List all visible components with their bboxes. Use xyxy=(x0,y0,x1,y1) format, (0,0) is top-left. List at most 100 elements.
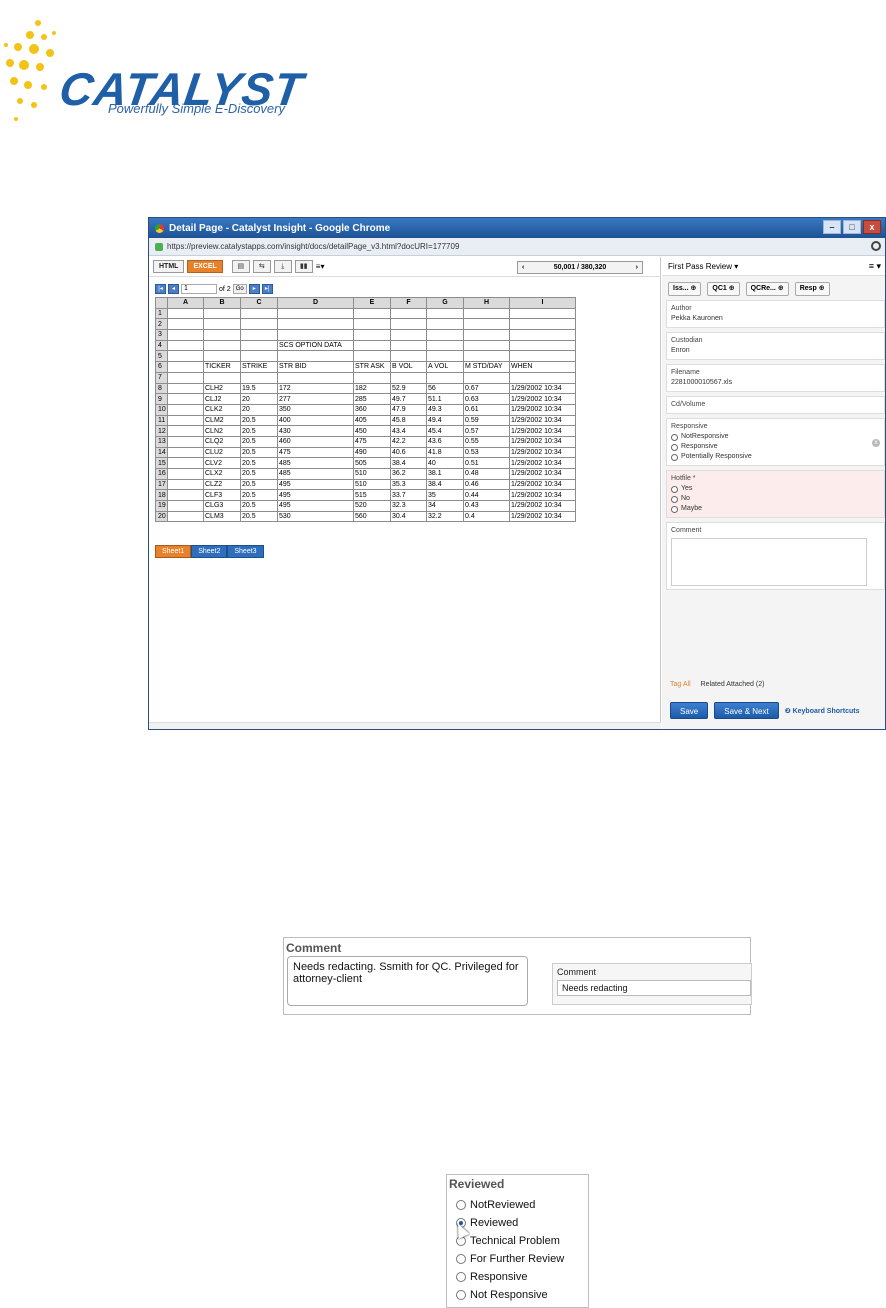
maximize-button[interactable]: □ xyxy=(843,220,861,234)
table-cell[interactable] xyxy=(203,307,241,320)
table-cell[interactable]: 43.6 xyxy=(426,435,464,448)
table-cell[interactable] xyxy=(167,414,204,427)
table-cell[interactable] xyxy=(167,318,204,331)
table-cell[interactable] xyxy=(277,307,354,320)
table-cell[interactable]: 1/29/2002 10:34 xyxy=(509,393,576,405)
table-cell[interactable]: TICKER xyxy=(203,361,241,373)
radio-icon[interactable] xyxy=(456,1272,466,1282)
table-cell[interactable]: 0.51 xyxy=(463,457,510,469)
table-cell[interactable]: 285 xyxy=(353,393,391,405)
table-cell[interactable]: 20 xyxy=(240,403,278,416)
table-cell[interactable]: 47.9 xyxy=(390,403,427,416)
table-cell[interactable]: 1/29/2002 10:34 xyxy=(509,489,576,502)
reviewed-option-responsive[interactable]: Responsive xyxy=(456,1271,527,1283)
sheet-tab-2[interactable]: Sheet2 xyxy=(191,545,228,558)
table-cell[interactable]: CLN2 xyxy=(203,425,241,437)
table-cell[interactable]: CLV2 xyxy=(203,457,241,469)
table-cell[interactable] xyxy=(463,318,510,331)
share-icon[interactable]: ⇆ xyxy=(252,260,271,273)
table-cell[interactable]: 430 xyxy=(277,425,354,437)
table-cell[interactable]: 20.5 xyxy=(240,457,278,469)
table-cell[interactable]: 450 xyxy=(353,425,391,437)
table-cell[interactable] xyxy=(167,478,204,491)
columns-icon[interactable]: ▮▮ xyxy=(294,260,313,273)
table-cell[interactable]: 20.5 xyxy=(240,489,278,502)
table-cell[interactable] xyxy=(426,307,464,320)
table-cell[interactable]: 1/29/2002 10:34 xyxy=(509,414,576,427)
prev-document-button[interactable]: ‹ xyxy=(522,264,524,271)
table-cell[interactable]: 35.3 xyxy=(390,478,427,491)
download-icon[interactable]: ⤓ xyxy=(273,260,292,273)
table-cell[interactable]: 0.44 xyxy=(463,489,510,502)
qc1-button[interactable]: QC1 ⊕ xyxy=(707,282,740,296)
table-cell[interactable] xyxy=(426,371,464,384)
table-cell[interactable]: 172 xyxy=(277,382,354,395)
resp-button[interactable]: Resp ⊕ xyxy=(794,282,830,296)
table-cell[interactable] xyxy=(167,393,204,405)
table-cell[interactable]: 35 xyxy=(426,489,464,502)
related-attached-link[interactable]: Related Attached (2) xyxy=(701,681,765,688)
page-input[interactable]: 1 xyxy=(181,284,217,294)
table-cell[interactable]: 485 xyxy=(277,468,354,480)
responsive-option-notresponsive[interactable]: NotResponsive xyxy=(671,432,880,442)
table-cell[interactable]: 360 xyxy=(353,403,391,416)
table-cell[interactable]: 0.55 xyxy=(463,435,510,448)
next-page-icon[interactable]: ▸ xyxy=(248,284,260,294)
review-panel-header[interactable]: First Pass Review ▾ ≡ ▾ xyxy=(662,257,885,276)
table-cell[interactable]: 1/29/2002 10:34 xyxy=(509,382,576,395)
table-cell[interactable]: 277 xyxy=(277,393,354,405)
table-cell[interactable]: 510 xyxy=(353,468,391,480)
table-cell[interactable] xyxy=(353,371,391,384)
table-cell[interactable]: 0.61 xyxy=(463,403,510,416)
sheet-tab-3[interactable]: Sheet3 xyxy=(227,545,264,558)
table-cell[interactable]: 38.4 xyxy=(426,478,464,491)
table-cell[interactable]: 1/29/2002 10:34 xyxy=(509,457,576,469)
table-cell[interactable]: 38.1 xyxy=(426,468,464,480)
table-cell[interactable]: 182 xyxy=(353,382,391,395)
table-cell[interactable] xyxy=(509,329,576,341)
table-cell[interactable] xyxy=(240,339,278,352)
table-cell[interactable]: 510 xyxy=(353,478,391,491)
table-cell[interactable] xyxy=(203,318,241,331)
table-cell[interactable]: CLQ2 xyxy=(203,435,241,448)
table-cell[interactable]: 0.4 xyxy=(463,510,510,523)
table-cell[interactable]: 1/29/2002 10:34 xyxy=(509,478,576,491)
table-cell[interactable] xyxy=(277,371,354,384)
table-cell[interactable] xyxy=(509,307,576,320)
table-cell[interactable]: 20.5 xyxy=(240,446,278,459)
table-cell[interactable]: 0.46 xyxy=(463,478,510,491)
folder-icon[interactable]: ▤ xyxy=(231,260,250,273)
table-cell[interactable]: STR ASK xyxy=(353,361,391,373)
table-cell[interactable] xyxy=(390,371,427,384)
table-cell[interactable]: 1/29/2002 10:34 xyxy=(509,446,576,459)
table-cell[interactable]: CLK2 xyxy=(203,403,241,416)
table-cell[interactable]: 40 xyxy=(426,457,464,469)
table-cell[interactable]: 1/29/2002 10:34 xyxy=(509,510,576,523)
hotfile-option-no[interactable]: No xyxy=(671,494,880,504)
table-cell[interactable]: 400 xyxy=(277,414,354,427)
table-cell[interactable]: 0.43 xyxy=(463,500,510,512)
table-cell[interactable] xyxy=(463,371,510,384)
table-cell[interactable] xyxy=(167,500,204,512)
table-cell[interactable]: 19.5 xyxy=(240,382,278,395)
url-text[interactable]: https://preview.catalystapps.com/insight… xyxy=(167,242,459,251)
hotfile-option-yes[interactable]: Yes xyxy=(671,484,880,494)
table-cell[interactable] xyxy=(426,350,464,363)
table-cell[interactable]: 41.8 xyxy=(426,446,464,459)
excel-view-button[interactable]: EXCEL xyxy=(187,260,223,273)
table-cell[interactable]: 40.6 xyxy=(390,446,427,459)
table-cell[interactable] xyxy=(167,457,204,469)
sheet-tab-1[interactable]: Sheet1 xyxy=(155,545,192,558)
prev-page-icon[interactable]: ◂ xyxy=(168,284,179,294)
table-cell[interactable] xyxy=(463,329,510,341)
table-cell[interactable] xyxy=(203,339,241,352)
table-cell[interactable] xyxy=(167,489,204,502)
table-cell[interactable]: 490 xyxy=(353,446,391,459)
table-cell[interactable]: 505 xyxy=(353,457,391,469)
table-cell[interactable]: 0.63 xyxy=(463,393,510,405)
table-cell[interactable]: 1/29/2002 10:34 xyxy=(509,500,576,512)
table-cell[interactable]: SCS OPTION DATA xyxy=(277,339,354,352)
table-cell[interactable] xyxy=(390,329,427,341)
table-cell[interactable]: 495 xyxy=(277,489,354,502)
table-cell[interactable] xyxy=(390,318,427,331)
